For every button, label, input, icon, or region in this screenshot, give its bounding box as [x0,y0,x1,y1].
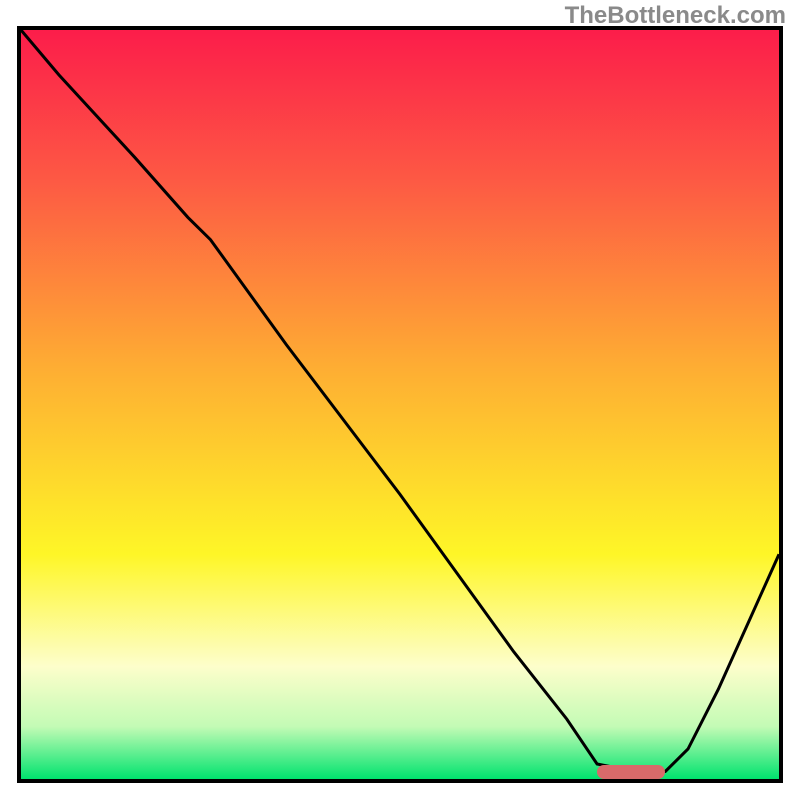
watermark-text: TheBottleneck.com [565,2,786,30]
bottleneck-curve [21,30,779,779]
plot-frame [17,26,783,783]
optimal-range-marker [597,765,665,779]
plot-area [21,30,779,779]
